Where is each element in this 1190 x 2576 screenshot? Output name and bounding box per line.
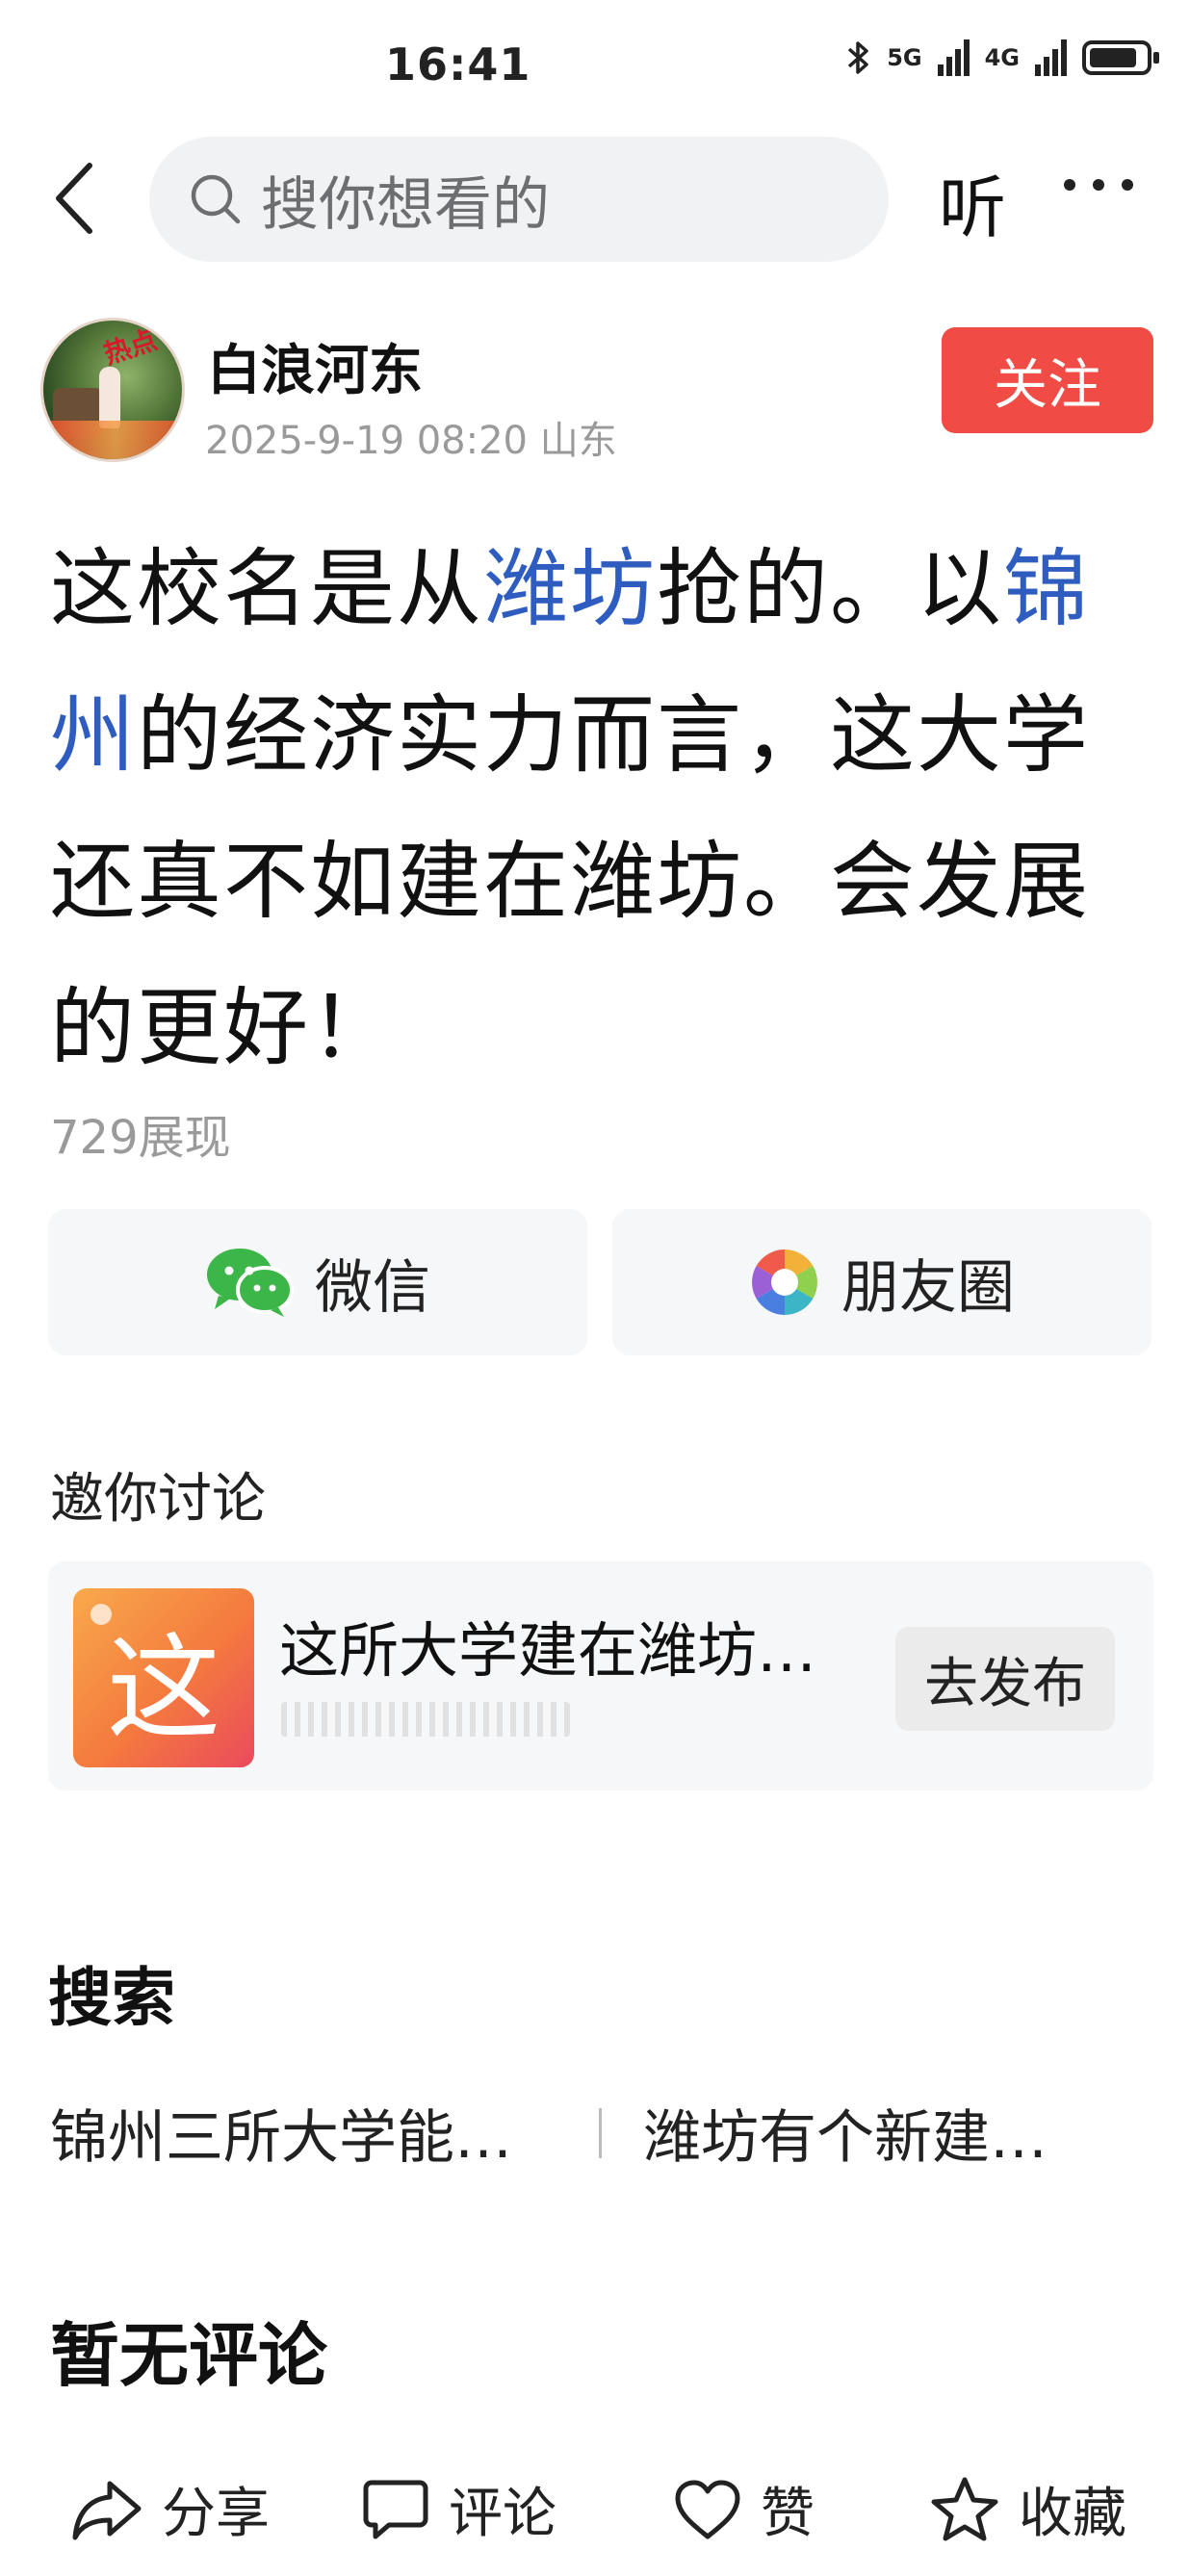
follow-button[interactable]: 关注	[942, 327, 1153, 433]
network-5g-label: 5G	[887, 44, 922, 71]
related-search-item[interactable]: 锦州三所大学能…	[50, 2091, 512, 2175]
network-4g-label: 4G	[984, 44, 1020, 71]
status-icons: 5G 4G	[846, 39, 1159, 77]
related-search-title: 搜索	[48, 1961, 175, 2035]
author-name[interactable]: 白浪河东	[207, 327, 423, 405]
related-search-item[interactable]: 潍坊有个新建…	[643, 2091, 1048, 2175]
avatar-tag: 热点	[99, 323, 162, 371]
like-label: 赞	[761, 2483, 815, 2545]
share-icon	[72, 2481, 142, 2539]
like-button[interactable]: 赞	[674, 2470, 815, 2548]
divider	[599, 2108, 602, 2158]
comment-icon	[363, 2480, 428, 2538]
view-count: 729展现	[50, 1111, 231, 1165]
search-placeholder: 搜你想看的	[261, 170, 550, 239]
wechat-icon	[207, 1249, 294, 1317]
signal-icon	[937, 39, 970, 76]
search-input[interactable]: 搜你想看的	[149, 137, 889, 262]
invite-title: 邀你讨论	[50, 1468, 266, 1531]
comment-label: 评论	[449, 2483, 556, 2545]
post-text: 这校名是从	[50, 539, 484, 638]
post-meta: 2025-9-19 08:20 山东	[205, 419, 617, 463]
share-button[interactable]: 分享	[71, 2470, 270, 2548]
share-label: 分享	[162, 2483, 270, 2545]
back-arrow-icon[interactable]	[53, 162, 95, 235]
share-moments-label: 朋友圈	[841, 1253, 1015, 1322]
heart-icon	[675, 2480, 740, 2538]
no-comments-label: 暂无评论	[50, 2315, 328, 2396]
comment-button[interactable]: 评论	[362, 2470, 556, 2548]
listen-button[interactable]: 听	[939, 154, 1006, 251]
post-content: 这校名是从潍坊抢的。以锦州的经济实力而言，这大学还真不如建在潍坊。会发展的更好！	[50, 516, 1148, 1101]
topic-subtitle-blurred	[281, 1702, 570, 1737]
topic-icon-char: 这	[106, 1621, 220, 1755]
avatar[interactable]: 热点	[40, 318, 185, 462]
status-time: 16:41	[385, 39, 531, 90]
post-text: 抢的。以	[657, 539, 1004, 638]
search-icon	[191, 174, 241, 224]
battery-icon	[1082, 40, 1159, 75]
go-post-button[interactable]: 去发布	[895, 1627, 1115, 1731]
share-moments-button[interactable]: 朋友圈	[612, 1209, 1151, 1355]
topic-link-weifang[interactable]: 潍坊	[483, 539, 657, 638]
topic-icon: 这	[73, 1588, 254, 1767]
topic-title[interactable]: 这所大学建在潍坊…	[279, 1602, 857, 1688]
signal-icon-2	[1035, 39, 1067, 76]
favorite-label: 收藏	[1019, 2483, 1126, 2545]
post-text: 的经济实力而言，这大学还真不如建在潍坊。会发展的更好！	[50, 685, 1091, 1077]
star-icon	[931, 2477, 998, 2540]
share-wechat-label: 微信	[315, 1253, 430, 1322]
share-wechat-button[interactable]: 微信	[48, 1209, 587, 1355]
favorite-button[interactable]: 收藏	[930, 2470, 1126, 2548]
moments-icon	[752, 1249, 817, 1315]
bluetooth-icon	[848, 41, 868, 74]
more-options-icon[interactable]	[1064, 179, 1133, 191]
